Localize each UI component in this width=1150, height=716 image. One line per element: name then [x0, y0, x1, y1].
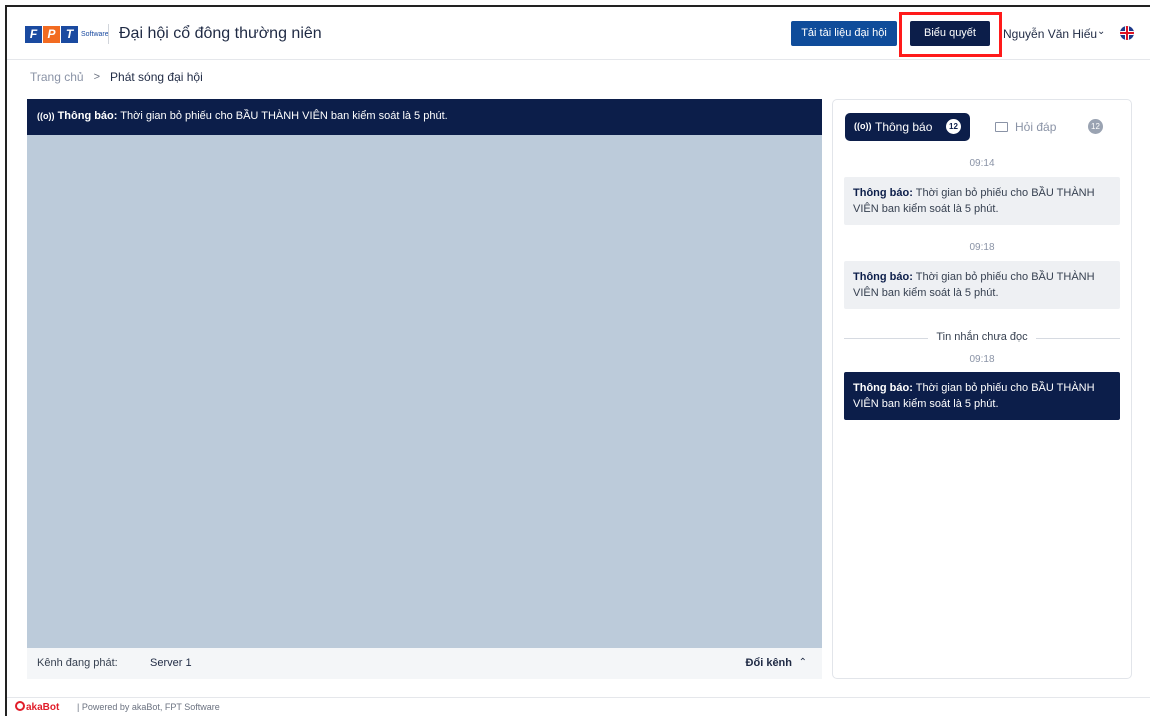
- livestream-section: ((o)) Thông báo: Thời gian bỏ phiếu cho …: [27, 99, 822, 679]
- channel-bar: Kênh đang phát: Server 1 Đổi kênh ⌃: [27, 648, 822, 679]
- message-label: Thông báo:: [853, 382, 913, 394]
- message-label: Thông báo:: [853, 271, 913, 283]
- tab-label: Thông báo: [875, 120, 933, 134]
- tab-label: Hỏi đáp: [1015, 120, 1057, 134]
- broadcast-icon: ((o)): [37, 111, 55, 121]
- count-badge: 12: [946, 119, 961, 134]
- page-footer: akaBot | Powered by akaBot, FPT Software: [7, 697, 1150, 716]
- uk-flag-icon[interactable]: [1120, 26, 1134, 40]
- vote-button[interactable]: Biểu quyết: [910, 21, 990, 46]
- header-divider: [108, 24, 109, 44]
- tab-questions[interactable]: Hỏi đáp 12: [988, 113, 1113, 141]
- broadcast-icon: ((o)): [854, 121, 872, 131]
- message-label: Thông báo:: [853, 187, 913, 199]
- count-badge: 12: [1088, 119, 1103, 134]
- powered-by-text: | Powered by akaBot, FPT Software: [77, 702, 220, 712]
- breadcrumb: Trang chủ > Phát sóng đại hội: [30, 70, 203, 84]
- chat-icon: [995, 122, 1008, 132]
- unread-divider: Tin nhắn chưa đọc: [844, 331, 1120, 345]
- logo-suffix: Software: [81, 30, 109, 38]
- message-time: 09:18: [969, 242, 995, 253]
- breadcrumb-home[interactable]: Trang chủ: [30, 70, 84, 84]
- banner-text: Thời gian bỏ phiếu cho BẦU THÀNH VIÊN ba…: [120, 110, 448, 122]
- akabot-logo: akaBot: [15, 701, 59, 713]
- announcement-banner: ((o)) Thông báo: Thời gian bỏ phiếu cho …: [27, 99, 822, 135]
- akabot-brand: akaBot: [26, 702, 60, 713]
- message-item: Thông báo: Thời gian bỏ phiếu cho BẦU TH…: [844, 177, 1120, 225]
- user-menu-name[interactable]: Nguyễn Văn Hiếu: [1003, 27, 1097, 41]
- chevron-down-icon[interactable]: ⌄: [1097, 26, 1105, 37]
- logo-letter-p: P: [43, 25, 60, 43]
- notification-panel: ((o)) Thông báo 12 Hỏi đáp 12 09:14 Thôn…: [832, 99, 1132, 679]
- fpt-software-logo[interactable]: F P T Software: [25, 24, 109, 44]
- video-player[interactable]: [27, 135, 822, 648]
- message-item: Thông báo: Thời gian bỏ phiếu cho BẦU TH…: [844, 261, 1120, 309]
- unread-label: Tin nhắn chưa đọc: [928, 331, 1036, 343]
- channel-value: Server 1: [150, 657, 192, 669]
- page-title: Đại hội cổ đông thường niên: [119, 25, 322, 42]
- logo-letter-t: T: [61, 25, 78, 43]
- chevron-up-icon[interactable]: ⌃: [799, 657, 807, 668]
- top-header: F P T Software Đại hội cổ đông thường ni…: [7, 7, 1150, 60]
- logo-letter-f: F: [25, 25, 42, 43]
- breadcrumb-current: Phát sóng đại hội: [110, 70, 203, 84]
- message-time: 09:14: [969, 158, 995, 169]
- message-item-unread: Thông báo: Thời gian bỏ phiếu cho BẦU TH…: [844, 372, 1120, 420]
- tab-announcements[interactable]: ((o)) Thông báo 12: [845, 113, 970, 141]
- powered-by-label: Powered by akaBot, FPT Software: [81, 702, 220, 712]
- download-documents-button[interactable]: Tải tài liệu đại hội: [791, 21, 897, 46]
- channel-label: Kênh đang phát:: [37, 657, 118, 669]
- breadcrumb-separator: >: [93, 71, 101, 83]
- switch-channel-button[interactable]: Đổi kênh: [746, 657, 792, 669]
- message-time: 09:18: [969, 354, 995, 365]
- banner-label: Thông báo:: [57, 110, 118, 122]
